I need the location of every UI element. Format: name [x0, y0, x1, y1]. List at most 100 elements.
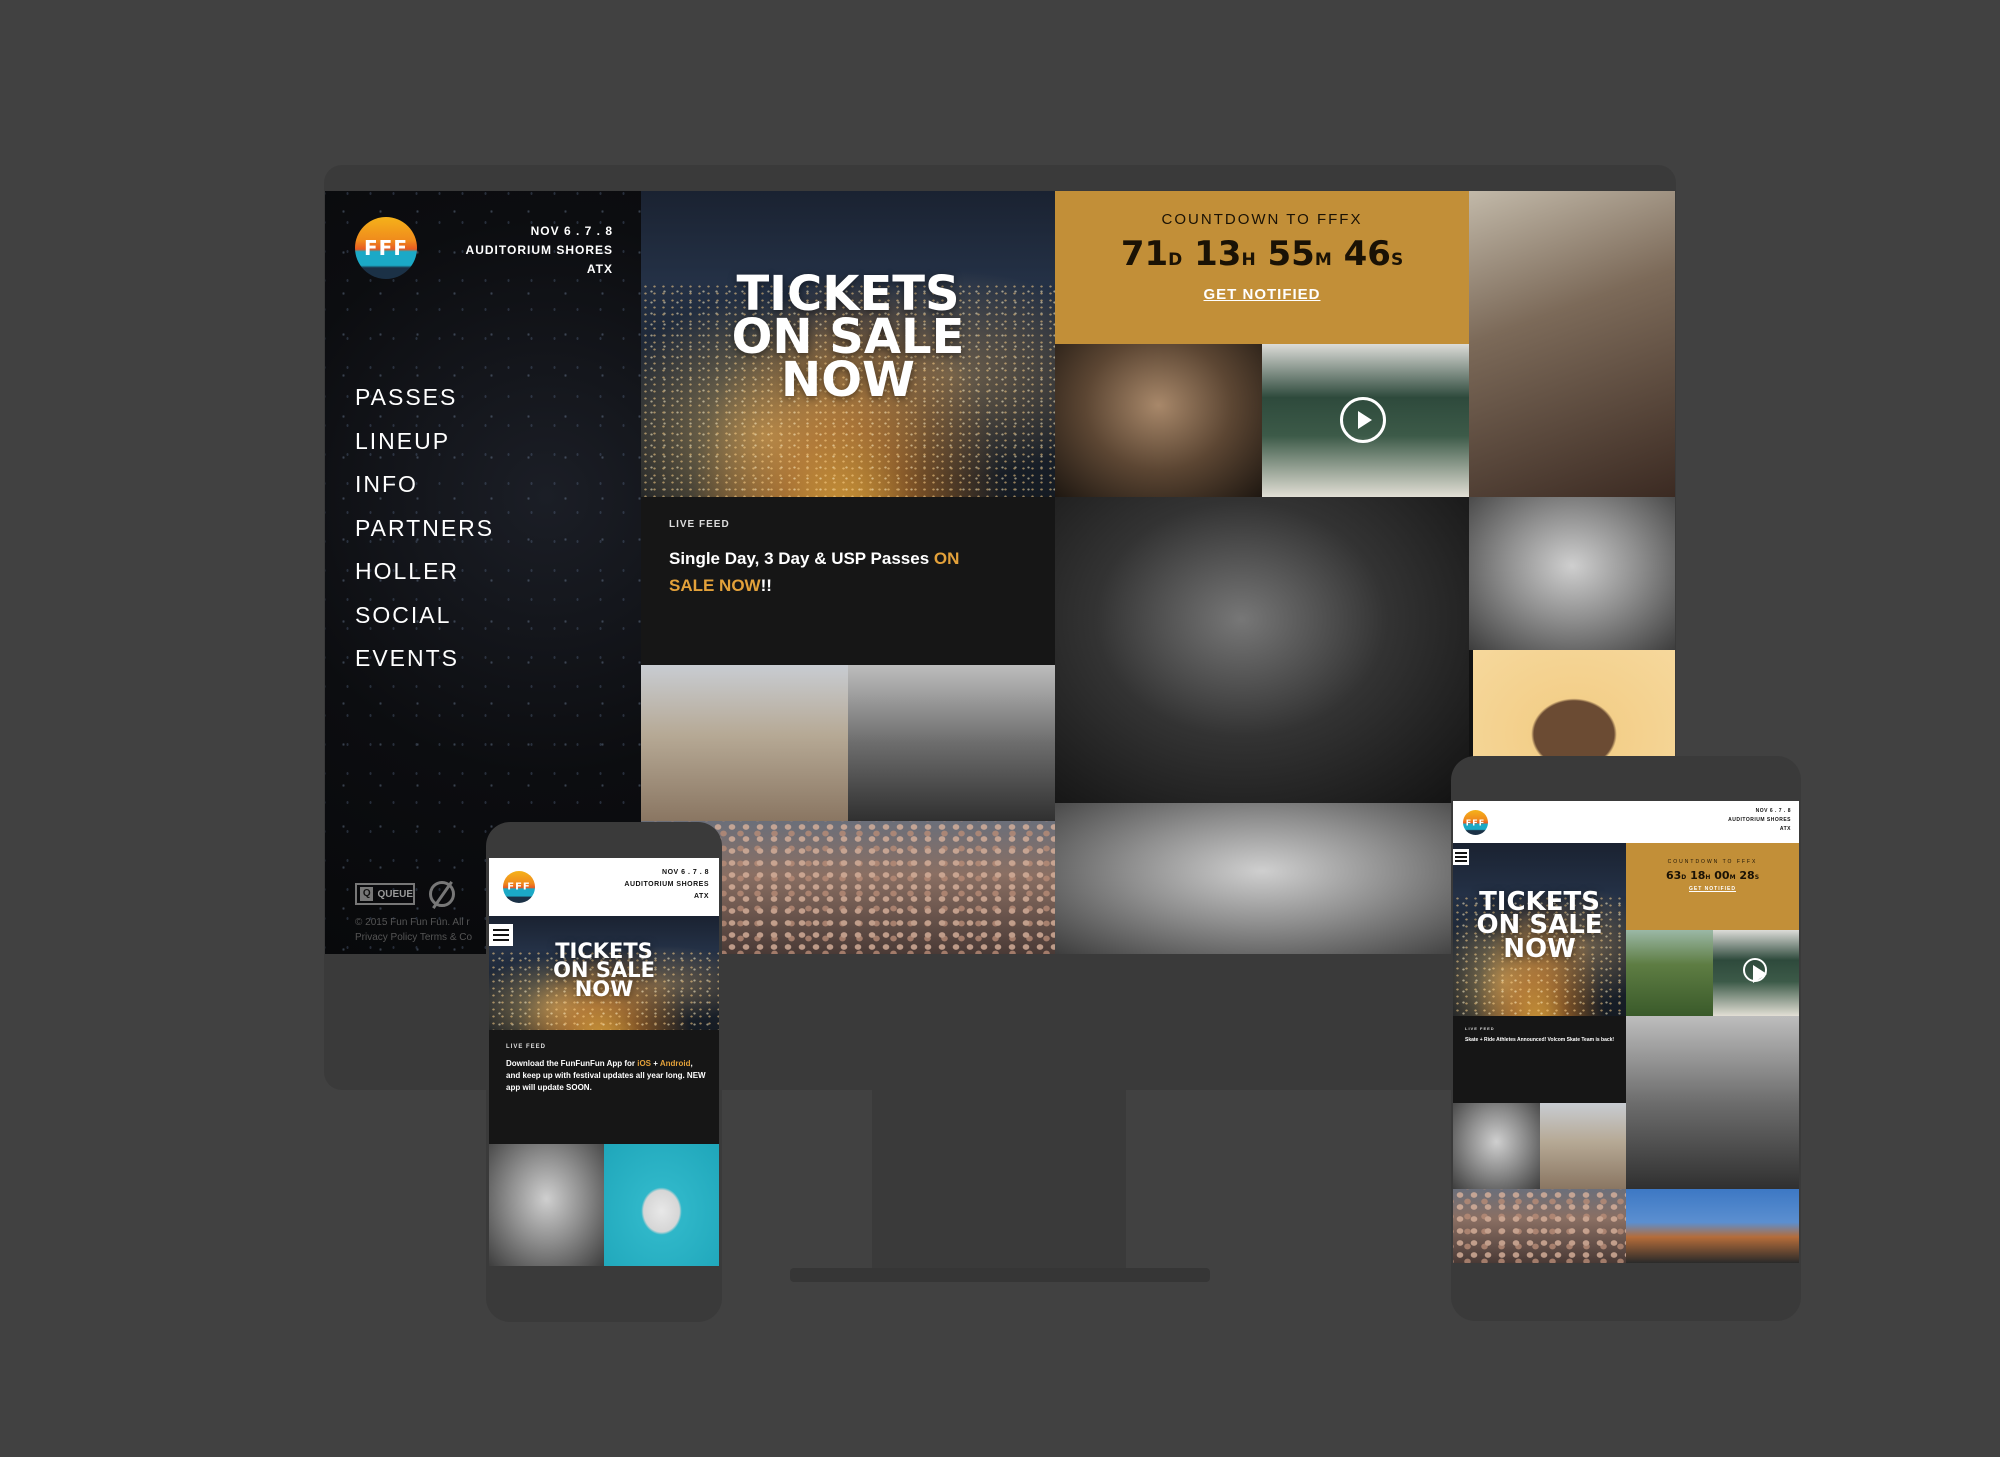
unit-label: H — [1705, 874, 1711, 881]
countdown-hours: 18 — [1690, 869, 1706, 882]
queue-label: QUEUE — [377, 888, 413, 900]
unit-label: M — [1314, 250, 1332, 270]
tablet-header: FFF NOV 6 . 7 . 8 AUDITORIUM SHORES ATX — [1453, 801, 1799, 843]
countdown-minutes: 00 — [1714, 869, 1730, 882]
video-tile-science[interactable] — [1713, 930, 1799, 1016]
unit-label: S — [1390, 250, 1404, 270]
menu-hamburger-icon[interactable] — [489, 924, 513, 946]
live-feed-panel: LIVE FEED Download the FunFunFun App for… — [489, 1030, 719, 1144]
logo-text: FFF — [1465, 818, 1486, 827]
unit-label: M — [1729, 874, 1736, 881]
hero-headline: TICKETS ON SALE NOW — [1453, 889, 1626, 964]
nav-item-passes[interactable]: PASSES — [355, 376, 494, 420]
nav-item-lineup[interactable]: LINEUP — [355, 420, 494, 464]
android-link[interactable]: Android — [660, 1059, 691, 1068]
city-line: ATX — [694, 893, 709, 900]
countdown-panel: COUNTDOWN TO FFFX 63D 18H 00M 28S GET NO… — [1626, 843, 1799, 930]
photo-tile-hat-portrait[interactable] — [489, 1144, 604, 1266]
live-feed-message[interactable]: Skate + Ride Athletes Announced! Volcom … — [1465, 1036, 1615, 1044]
venue-line: AUDITORIUM SHORES — [1728, 817, 1791, 823]
festival-dates: NOV 6 . 7 . 8 AUDITORIUM SHORES ATX — [1728, 807, 1791, 834]
photo-tile-metal-band[interactable] — [1055, 344, 1262, 497]
menu-hamburger-icon[interactable] — [1453, 849, 1469, 865]
photo-tile-industrial-group[interactable] — [848, 665, 1055, 821]
fff-logo[interactable]: FFF — [355, 217, 417, 279]
feed-text: Single Day, 3 Day & USP Passes — [669, 549, 934, 568]
photo-tile-industrial-group[interactable] — [1626, 1016, 1799, 1189]
countdown-seconds: 46 — [1343, 234, 1391, 274]
hero-headline: TICKETS ON SALE NOW — [489, 941, 719, 1001]
city-line: ATX — [1779, 826, 1791, 832]
queue-logo[interactable]: Q QUEUE — [355, 883, 415, 905]
photo-tile-hat-portrait[interactable] — [1469, 497, 1675, 650]
logo-text: FFF — [364, 236, 408, 260]
countdown-title: COUNTDOWN TO FFFX — [1161, 211, 1363, 228]
feed-text: Download the FunFunFun App for — [506, 1059, 638, 1068]
countdown-panel: COUNTDOWN TO FFFX 71D 13H 55M 46S GET NO… — [1055, 191, 1469, 344]
nav-item-partners[interactable]: PARTNERS — [355, 507, 494, 551]
countdown-timer: 71D 13H 55M 46S — [1055, 234, 1469, 274]
live-feed-panel: LIVE FEED Skate + Ride Athletes Announce… — [1453, 1016, 1626, 1103]
countdown-seconds: 28 — [1739, 869, 1755, 882]
hero-line: NOW — [781, 352, 915, 409]
fff-logo[interactable]: FFF — [1463, 810, 1488, 835]
venue-line: AUDITORIUM SHORES — [624, 881, 709, 888]
ios-link[interactable]: iOS — [637, 1059, 651, 1068]
phone-header: FFF NOV 6 . 7 . 8 AUDITORIUM SHORES ATX — [489, 858, 719, 916]
countdown-days: 63 — [1665, 869, 1682, 882]
photo-tile-group-blue-sky[interactable] — [1626, 1189, 1799, 1263]
hero-tickets-tile[interactable]: TICKETS ON SALE NOW — [489, 916, 719, 1030]
countdown-hours: 13 — [1194, 234, 1242, 274]
photo-tile-smiling-portrait[interactable] — [1055, 803, 1469, 954]
unit-label: D — [1681, 874, 1687, 881]
footer: © 2015 Fun Fun Fun. All r Privacy Policy… — [355, 915, 472, 945]
photo-tile-hat-portrait[interactable] — [1453, 1103, 1540, 1189]
hero-headline: TICKETS ON SALE NOW — [641, 270, 1055, 409]
nav-item-info[interactable]: INFO — [355, 463, 494, 507]
get-notified-link[interactable]: GET NOTIFIED — [1626, 886, 1799, 892]
hero-tickets-tile[interactable]: TICKETS ON SALE NOW — [1453, 843, 1626, 1016]
photo-tile-street-duo[interactable] — [641, 665, 848, 821]
video-tile-science[interactable] — [1262, 344, 1469, 497]
photo-tile-band-guitar[interactable] — [1469, 191, 1675, 497]
live-feed-message[interactable]: Download the FunFunFun App for iOS + And… — [506, 1058, 706, 1094]
live-feed-label: LIVE FEED — [1465, 1026, 1495, 1031]
main-nav: PASSES LINEUP INFO PARTNERS HOLLER SOCIA… — [355, 376, 494, 681]
play-icon[interactable] — [1743, 958, 1767, 984]
nav-item-social[interactable]: SOCIAL — [355, 594, 494, 638]
city-line: ATX — [586, 262, 613, 276]
venue-line: AUDITORIUM SHORES — [465, 243, 613, 257]
live-feed-label: LIVE FEED — [669, 519, 730, 530]
hero-line: NOW — [574, 976, 634, 1001]
live-feed-message[interactable]: Single Day, 3 Day & USP Passes ON SALE N… — [669, 545, 1009, 599]
photo-tile-grass-group[interactable] — [1626, 930, 1713, 1016]
live-feed-label: LIVE FEED — [506, 1044, 547, 1050]
nav-item-holler[interactable]: HOLLER — [355, 550, 494, 594]
fff-logo[interactable]: FFF — [503, 871, 535, 903]
festival-dates: NOV 6 . 7 . 8 AUDITORIUM SHORES ATX — [466, 222, 613, 279]
logo-text: FFF — [507, 881, 531, 893]
dates-line: NOV 6 . 7 . 8 — [662, 869, 709, 876]
play-icon[interactable] — [1340, 397, 1386, 443]
nav-item-events[interactable]: EVENTS — [355, 637, 494, 681]
photo-tile-cyan-portrait[interactable] — [604, 1144, 719, 1266]
countdown-timer: 63D 18H 00M 28S — [1626, 869, 1799, 882]
unit-label: H — [1241, 250, 1256, 270]
phone-screen: FFF NOV 6 . 7 . 8 AUDITORIUM SHORES ATX … — [489, 858, 719, 1266]
countdown-minutes: 55 — [1267, 234, 1315, 274]
get-notified-link[interactable]: GET NOTIFIED — [1055, 286, 1469, 303]
photo-tile-street-duo[interactable] — [1540, 1103, 1626, 1189]
copyright-text: © 2015 Fun Fun Fun. All r — [355, 917, 470, 928]
slash-circle-logo-icon[interactable] — [429, 881, 455, 907]
tablet-screen: FFF NOV 6 . 7 . 8 AUDITORIUM SHORES ATX … — [1453, 801, 1799, 1263]
hero-tickets-tile[interactable]: TICKETS ON SALE NOW — [641, 191, 1055, 497]
legal-links[interactable]: Privacy Policy Terms & Co — [355, 930, 472, 945]
festival-dates: NOV 6 . 7 . 8 AUDITORIUM SHORES ATX — [624, 867, 709, 903]
live-feed-panel: LIVE FEED Single Day, 3 Day & USP Passes… — [641, 497, 1055, 665]
unit-label: D — [1168, 250, 1183, 270]
countdown-days: 71 — [1120, 234, 1169, 274]
photo-tile-crowd[interactable] — [1453, 1189, 1626, 1263]
photo-tile-duo-bw[interactable] — [1055, 497, 1469, 803]
hero-line: NOW — [1503, 933, 1576, 964]
monitor-stand-foot — [790, 1268, 1210, 1282]
